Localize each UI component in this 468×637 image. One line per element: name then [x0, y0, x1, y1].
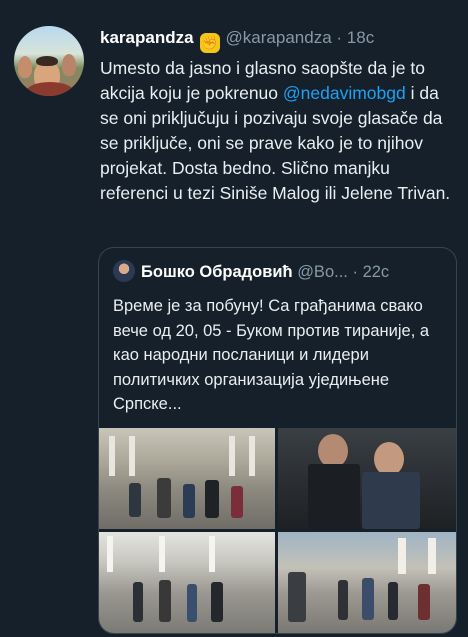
- quoted-timestamp[interactable]: 22c: [363, 263, 390, 281]
- tweet-header: karapandza ✊ @karapandza · 18c: [100, 28, 374, 53]
- mention-link[interactable]: @nedavimobgd: [283, 83, 406, 103]
- display-name[interactable]: karapandza: [100, 28, 194, 47]
- quoted-tweet-text: Време је за побуну! Са грађанима свако в…: [113, 297, 430, 413]
- quoted-avatar[interactable]: [113, 260, 135, 282]
- photo-3[interactable]: [99, 532, 275, 633]
- handle[interactable]: @karapandza: [226, 28, 332, 47]
- quoted-handle[interactable]: @Bo...: [297, 263, 348, 281]
- photo-2[interactable]: [278, 428, 456, 529]
- photo-1[interactable]: [99, 428, 275, 529]
- quoted-display-name[interactable]: Бошко Обрадовић: [141, 263, 293, 281]
- quoted-tweet-header: Бошко Обрадовић @Bo... · 22c: [113, 260, 389, 282]
- quoted-tweet[interactable]: Бошко Обрадовић @Bo... · 22c Време је за…: [98, 247, 457, 634]
- separator-dot: ·: [336, 28, 343, 47]
- tweet[interactable]: karapandza ✊ @karapandza · 18c Umesto da j…: [0, 0, 468, 637]
- raised-fist-emoji-icon: ✊: [199, 33, 220, 53]
- photo-4[interactable]: [278, 532, 456, 633]
- tweet-text: Umesto da jasno i glasno saopšte da je t…: [100, 56, 455, 206]
- photo-grid: [99, 428, 456, 633]
- avatar[interactable]: [14, 26, 84, 96]
- quoted-separator-dot: ·: [352, 263, 358, 281]
- timestamp[interactable]: 18c: [347, 28, 374, 47]
